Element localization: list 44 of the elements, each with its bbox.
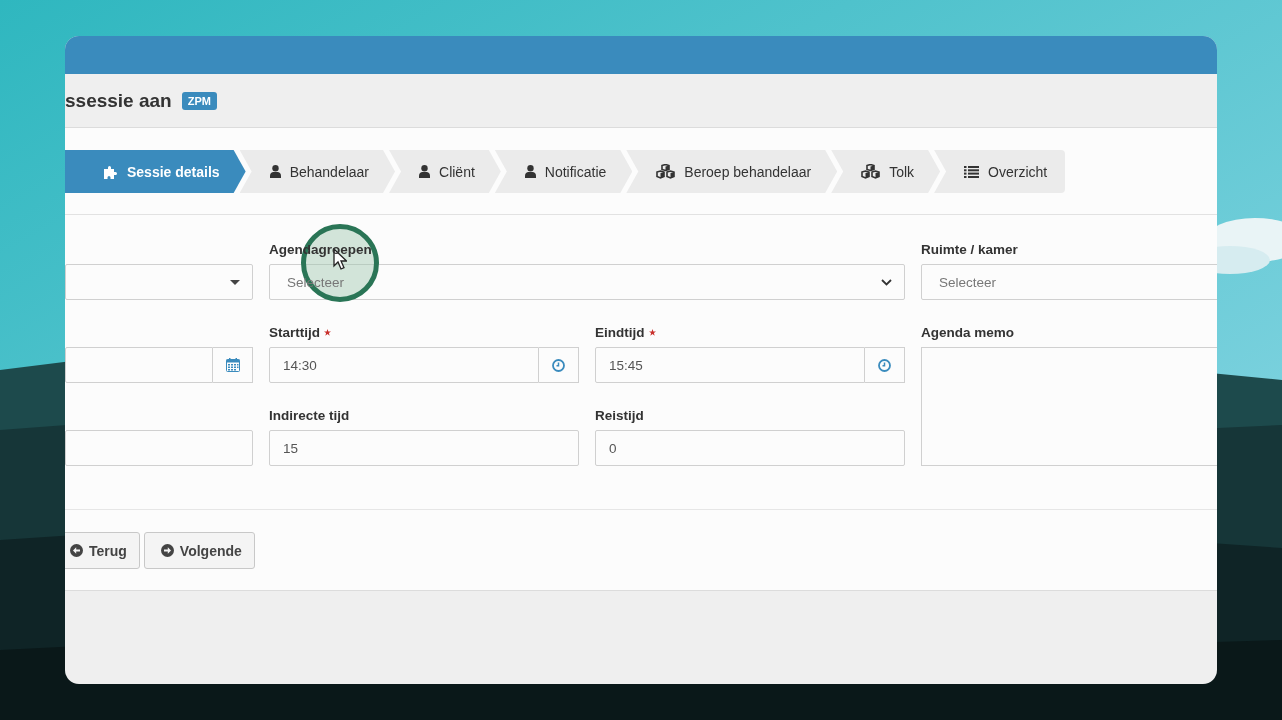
caret-icon [230,279,240,285]
page-title: ssessie aan [65,89,172,112]
wizard-tab[interactable]: Overzicht [934,150,1066,193]
back-arrow-icon [70,544,83,557]
cubes-icon [861,164,881,179]
calendar-button[interactable] [213,347,253,383]
select-field[interactable]: Selecteer [921,264,1217,300]
cubes-icon [656,164,676,179]
chevron-down-icon [881,278,892,286]
field-label: Starttijd [269,324,320,340]
field-label: Indirecte tijd [269,407,350,423]
placeholder-text: Selecteer [939,274,997,290]
wizard-tab[interactable]: Tolk [831,150,941,193]
field-label: Ruimte / kamer [921,241,1018,257]
wizard-tab[interactable]: Cliënt [389,150,501,193]
field-label: Eindtijd [595,324,645,340]
wizard-tab[interactable]: Notificatie [494,150,633,193]
user-icon [524,165,536,178]
clock-icon [552,358,565,372]
text-field[interactable]: 0 [595,430,905,466]
back-button[interactable]: Terug [65,532,140,569]
clock-icon [878,358,891,372]
puzzle-icon [103,164,118,179]
user-icon [419,165,431,178]
clock-button[interactable] [865,347,905,383]
wizard-tab[interactable]: Behandelaar [239,150,396,193]
text-field[interactable] [65,430,253,466]
next-arrow-icon [160,544,174,557]
select-field[interactable] [65,264,253,300]
memo-field[interactable] [921,347,1217,466]
clock-button[interactable] [539,347,579,383]
wizard-tab[interactable]: Beroep behandelaar [626,150,838,193]
tag-badge: ZPM [181,91,217,110]
calendar-icon [225,358,240,372]
wizard-tab[interactable]: Sessie details [65,150,246,193]
time-field[interactable]: 15:45 [595,347,865,383]
next-button[interactable]: Volgende [143,532,255,569]
time-field[interactable]: 14:30 [269,347,539,383]
date-field[interactable] [65,347,213,383]
field-label: Reistijd [595,407,644,423]
list-icon [964,165,980,178]
text-field[interactable]: 15 [269,430,579,466]
field-label: Agenda memo [921,324,1015,340]
user-icon [269,165,281,178]
